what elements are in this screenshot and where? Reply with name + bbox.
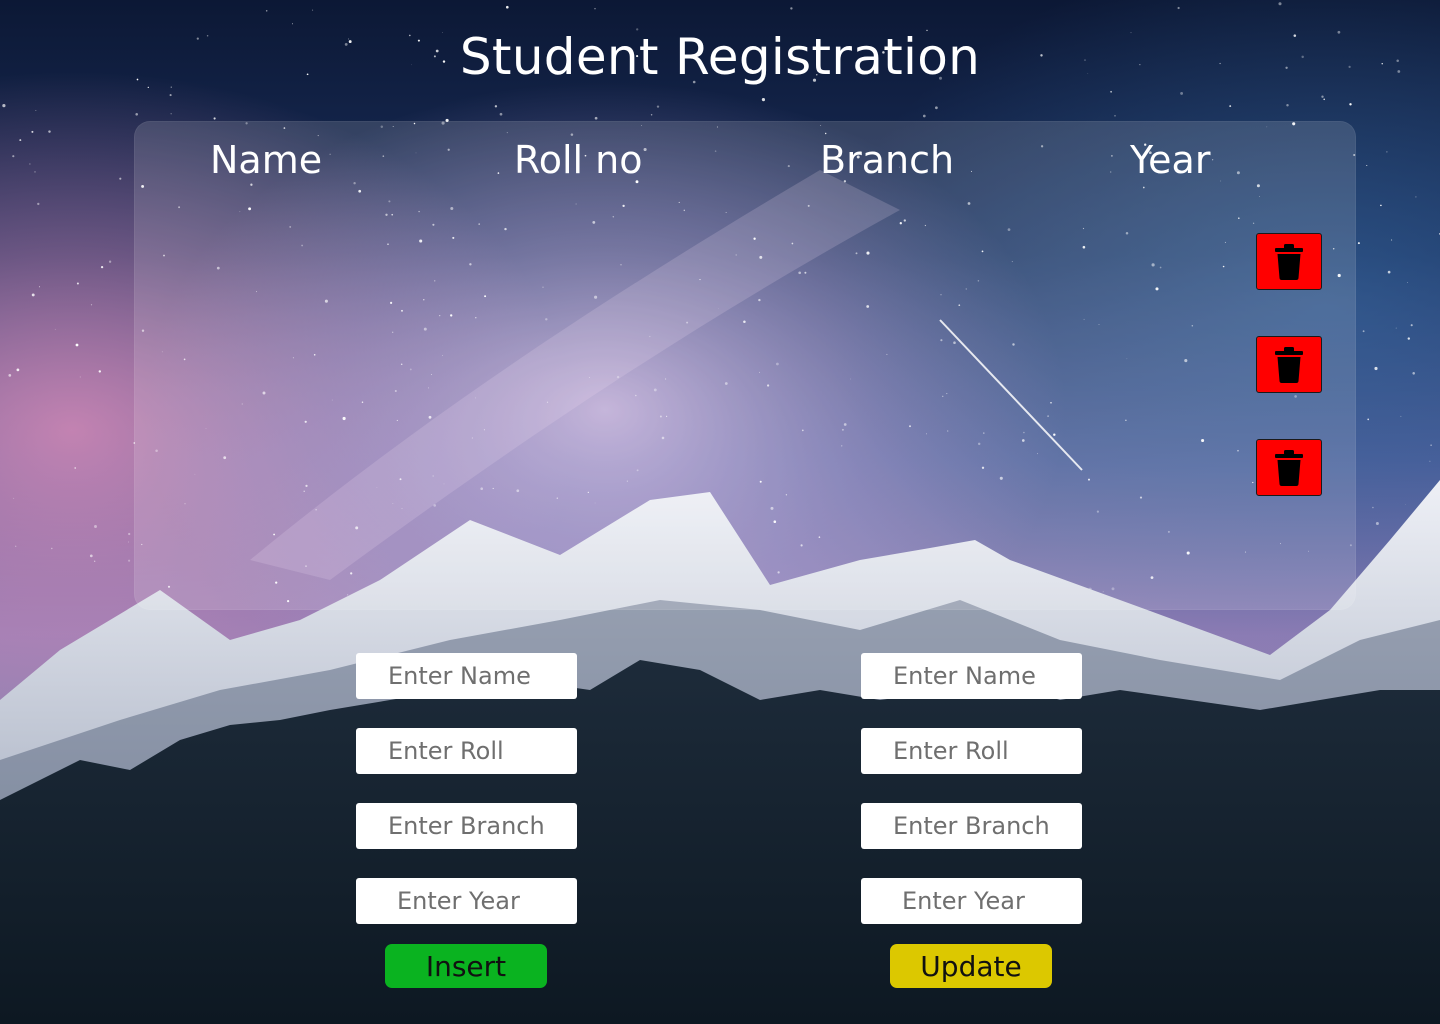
- update-year-input[interactable]: [861, 878, 1082, 924]
- insert-year-input[interactable]: [356, 878, 577, 924]
- trash-icon: [1275, 449, 1303, 486]
- delete-row-button[interactable]: [1256, 336, 1322, 393]
- insert-roll-input[interactable]: [356, 728, 577, 774]
- update-roll-input[interactable]: [861, 728, 1082, 774]
- delete-row-button[interactable]: [1256, 233, 1322, 290]
- insert-button[interactable]: Insert: [385, 944, 547, 988]
- column-header-year: Year: [1130, 138, 1211, 182]
- page-title: Student Registration: [459, 28, 981, 86]
- insert-name-input[interactable]: [356, 653, 577, 699]
- update-name-input[interactable]: [861, 653, 1082, 699]
- update-branch-input[interactable]: [861, 803, 1082, 849]
- update-button[interactable]: Update: [890, 944, 1052, 988]
- insert-branch-input[interactable]: [356, 803, 577, 849]
- column-header-roll-no: Roll no: [514, 138, 643, 182]
- student-table: Name Roll no Branch Year: [134, 121, 1356, 610]
- column-header-name: Name: [210, 138, 323, 182]
- trash-icon: [1275, 243, 1303, 280]
- column-header-branch: Branch: [820, 138, 955, 182]
- delete-row-button[interactable]: [1256, 439, 1322, 496]
- trash-icon: [1275, 346, 1303, 383]
